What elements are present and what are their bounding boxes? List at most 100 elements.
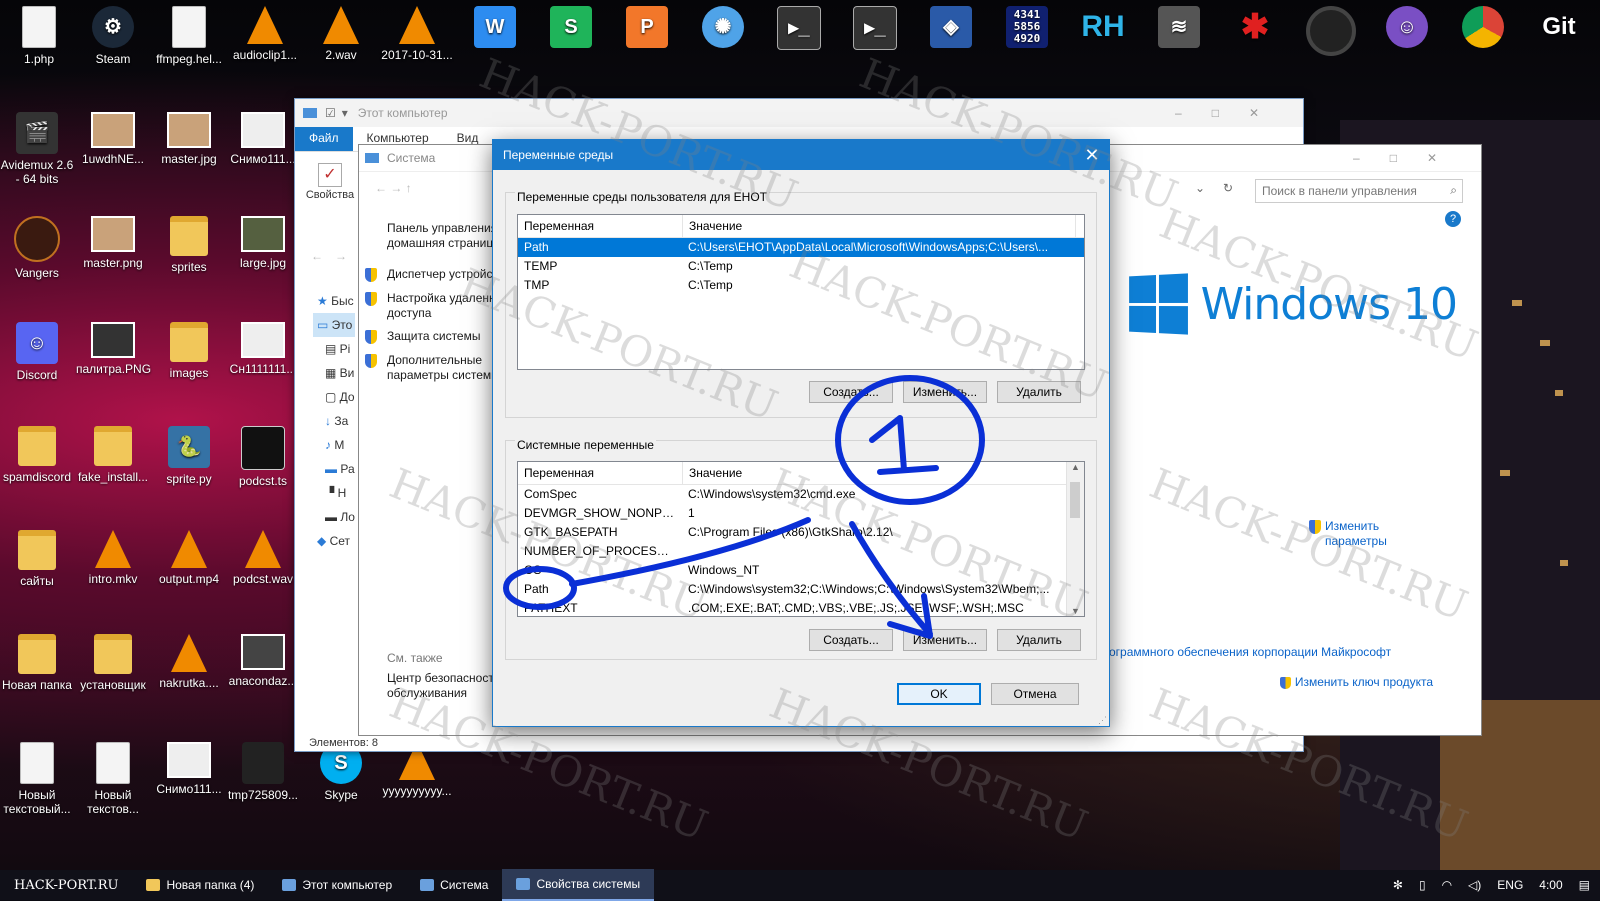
dialog-titlebar[interactable]: Переменные среды ✕ — [493, 140, 1109, 170]
change-settings-link[interactable]: Изменить параметры — [1309, 519, 1409, 549]
desktop-icon[interactable]: sprites — [152, 216, 226, 274]
desktop-icon[interactable]: master.jpg — [152, 112, 226, 166]
desktop-icon[interactable]: spamdiscord — [0, 426, 74, 484]
column-header-value[interactable]: Значение — [683, 215, 1076, 237]
nav-item[interactable]: ◆ Сет — [317, 529, 355, 553]
desktop-icon[interactable]: Новый текстовый... — [0, 742, 74, 816]
desktop-shortcut[interactable]: ☺ — [1370, 6, 1444, 52]
taskbar-item-system-properties[interactable]: Свойства системы — [502, 869, 655, 901]
user-delete-button[interactable]: Удалить — [997, 381, 1081, 403]
column-header-value[interactable]: Значение — [683, 462, 1076, 484]
table-row[interactable]: NUMBER_OF_PROCESSORS — [518, 542, 1084, 561]
desktop-shortcut[interactable]: ▸_ — [762, 6, 836, 54]
system-delete-button[interactable]: Удалить — [997, 629, 1081, 651]
taskbar-item-system[interactable]: Система — [406, 870, 502, 900]
system-create-button[interactable]: Создать... — [809, 629, 893, 651]
desktop-icon[interactable]: установщик — [76, 634, 150, 692]
tab-file[interactable]: Файл — [295, 127, 353, 151]
scrollbar-thumb[interactable] — [1070, 482, 1080, 518]
desktop-icon[interactable]: палитра.PNG — [76, 322, 151, 376]
desktop-icon[interactable]: fake_install... — [76, 426, 150, 484]
nav-item[interactable]: ▢ До — [325, 385, 355, 409]
desktop-icon[interactable]: large.jpg — [226, 216, 300, 270]
ms-software-terms-link[interactable]: ограммного обеспечения корпорации Майкро… — [1109, 645, 1391, 659]
desktop-icon[interactable]: Vangers — [0, 216, 74, 280]
window-controls-icon[interactable]: –□✕ — [1175, 106, 1289, 120]
column-header-variable[interactable]: Переменная — [518, 462, 683, 484]
table-row[interactable]: TMP C:\Temp — [518, 276, 1084, 295]
scroll-up-icon[interactable]: ▲ — [1067, 462, 1084, 472]
desktop-icon[interactable]: ffmpeg.hel... — [152, 6, 226, 66]
column-header-variable[interactable]: Переменная — [518, 215, 683, 237]
desktop-icon[interactable]: 2017-10-31... — [380, 6, 454, 62]
desktop-icon[interactable]: 1.php — [2, 6, 76, 66]
desktop-icon[interactable]: output.mp4 — [152, 530, 226, 586]
desktop-icon[interactable]: Новый текстов... — [76, 742, 150, 816]
nav-item[interactable]: ▭ Это — [313, 313, 355, 337]
quick-access-dropdown-icon[interactable]: ▾ — [342, 106, 348, 120]
user-variables-list[interactable]: Переменная Значение Path C:\Users\ЕНОТ\Ap… — [517, 214, 1085, 370]
desktop-icon[interactable]: podcst.ts — [226, 426, 300, 488]
volume-icon[interactable]: ◁) — [1468, 878, 1481, 892]
scroll-down-icon[interactable]: ▼ — [1067, 606, 1084, 616]
close-icon[interactable]: ✕ — [1075, 140, 1109, 170]
nav-item[interactable]: ▝ Н — [325, 481, 355, 505]
nav-item[interactable]: ▬ Ло — [325, 505, 355, 529]
table-row[interactable]: Path C:\Windows\system32;C:\Windows;C:\Wi… — [518, 580, 1084, 599]
nav-item[interactable]: ★ Быс — [317, 289, 355, 313]
desktop-icon[interactable]: 1uwdhNE... — [76, 112, 150, 166]
user-create-button[interactable]: Создать... — [809, 381, 893, 403]
help-icon[interactable]: ? — [1445, 211, 1461, 227]
table-row[interactable]: PATHEXT .COM;.EXE;.BAT;.CMD;.VBS;.VBE;.JS… — [518, 599, 1084, 616]
desktop-icon[interactable]: images — [152, 322, 226, 380]
wifi-icon[interactable]: ◠ — [1442, 878, 1452, 892]
table-row[interactable]: ComSpec C:\Windows\system32\cmd.exe — [518, 485, 1084, 504]
desktop-icon[interactable]: audioclip1... — [228, 6, 302, 62]
desktop-icon[interactable]: сайты — [0, 530, 74, 588]
refresh-icon[interactable]: ↻ — [1223, 181, 1233, 195]
desktop-icon[interactable]: Снимо111... — [226, 112, 300, 166]
desktop-icon[interactable]: ⚙ Steam — [76, 6, 150, 66]
desktop-shortcut[interactable]: ✺ — [686, 6, 760, 52]
desktop-shortcut[interactable] — [1294, 6, 1368, 60]
nav-item[interactable]: ▦ Ви — [325, 361, 355, 385]
nav-item[interactable]: ▬ Ра — [325, 457, 355, 481]
table-row[interactable]: GTK_BASEPATH C:\Program Files (x86)\GtkSh… — [518, 523, 1084, 542]
nav-item[interactable]: ▤ Pi — [325, 337, 355, 361]
system-edit-button[interactable]: Изменить... — [903, 629, 987, 651]
desktop-shortcut[interactable]: S — [534, 6, 608, 52]
desktop-shortcut[interactable]: P — [610, 6, 684, 52]
table-row[interactable]: OS Windows_NT — [518, 561, 1084, 580]
table-row[interactable]: TEMP C:\Temp — [518, 257, 1084, 276]
desktop-shortcut[interactable]: ▸_ — [838, 6, 912, 54]
window-controls-icon[interactable]: –□✕ — [1353, 151, 1467, 165]
desktop-icon[interactable]: nakrutka.... — [152, 634, 226, 690]
desktop-icon[interactable]: master.png — [76, 216, 150, 270]
forward-arrow-icon[interactable]: → — [335, 249, 347, 263]
properties-button[interactable]: ✓ Свойства — [303, 163, 357, 201]
explorer-titlebar[interactable]: ☑ ▾ Этот компьютер –□✕ — [295, 99, 1303, 127]
desktop-icon[interactable]: 🎬 Avidemux 2.6 - 64 bits — [0, 112, 74, 186]
system-variables-list[interactable]: Переменная Значение ComSpec C:\Windows\sy… — [517, 461, 1085, 617]
table-row[interactable]: Path C:\Users\ЕНОТ\AppData\Local\Microsof… — [518, 238, 1084, 257]
desktop-icon[interactable]: Новая папка — [0, 634, 74, 692]
desktop-icon[interactable]: Снимо111... — [152, 742, 226, 796]
desktop-icon[interactable]: intro.mkv — [76, 530, 150, 586]
desktop-icon[interactable]: 2.wav — [304, 6, 378, 62]
back-arrow-icon[interactable]: ← — [311, 249, 323, 263]
notifications-icon[interactable]: ▤ — [1579, 878, 1590, 892]
desktop-shortcut[interactable]: Git — [1522, 6, 1596, 52]
nav-item[interactable]: ♪ М — [325, 433, 355, 457]
desktop-icon[interactable]: Сн1111111... — [226, 322, 300, 376]
change-product-key-link[interactable]: Изменить ключ продукта — [1280, 675, 1433, 689]
desktop-shortcut[interactable]: ≋ — [1142, 6, 1216, 52]
user-edit-button[interactable]: Изменить... — [903, 381, 987, 403]
desktop-shortcut[interactable]: ✱ — [1218, 6, 1292, 52]
desktop-shortcut[interactable]: ◈ — [914, 6, 988, 52]
desktop-icon[interactable]: podcst.wav — [226, 530, 300, 586]
table-row[interactable]: DEVMGR_SHOW_NONPRESE...1 — [518, 504, 1084, 523]
desktop-shortcut[interactable]: RH — [1066, 6, 1140, 52]
taskbar-item-this-pc[interactable]: Этот компьютер — [268, 870, 406, 900]
desktop-shortcut[interactable]: W — [458, 6, 532, 52]
tray-app-icon[interactable]: ✻ — [1393, 878, 1403, 892]
